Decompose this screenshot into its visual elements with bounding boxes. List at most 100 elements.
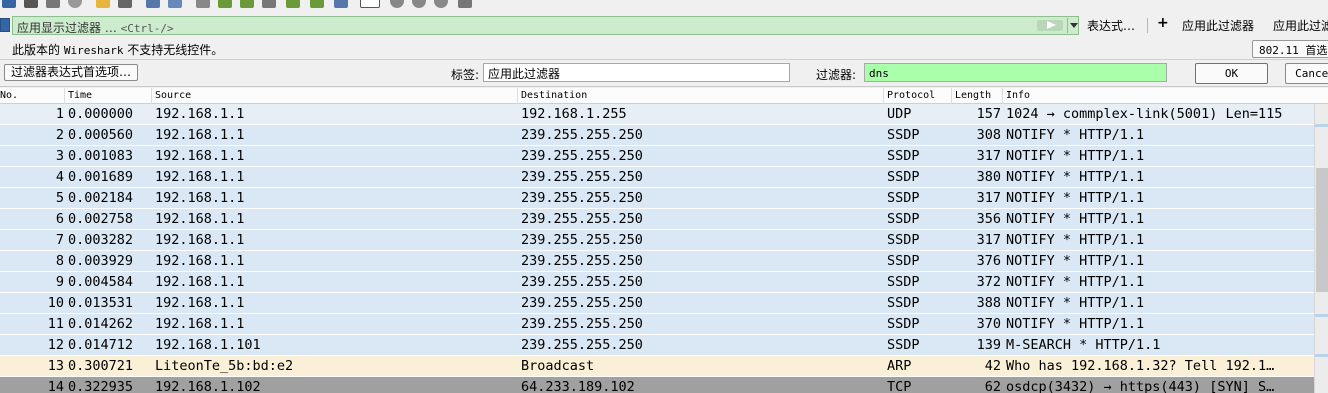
packet-protocol: SSDP (887, 169, 920, 185)
packet-time: 0.002184 (68, 190, 134, 206)
packet-no: 14 (47, 379, 64, 393)
label-input[interactable]: 应用此过滤器 (483, 63, 790, 82)
table-row[interactable]: 5 0.002184 192.168.1.1 239.255.255.250 SSDP 3… (0, 188, 1314, 209)
packet-length: 380 (976, 169, 1001, 185)
packet-protocol: SSDP (887, 253, 920, 269)
scrollbar-marker (1315, 124, 1328, 127)
zoom-out-icon[interactable] (412, 0, 426, 8)
column-header-source[interactable]: Source (152, 88, 518, 104)
restart-icon[interactable] (46, 0, 60, 8)
packet-list-scrollbar[interactable] (1314, 104, 1328, 393)
bookmark-icon[interactable] (0, 18, 10, 32)
first-packet-icon[interactable] (286, 0, 300, 8)
table-row[interactable]: 6 0.002758 192.168.1.1 239.255.255.250 SSDP 3… (0, 209, 1314, 230)
packet-protocol: ARP (887, 358, 912, 374)
table-row[interactable]: 2 0.000560 192.168.1.1 239.255.255.250 SSDP 3… (0, 125, 1314, 146)
reload-icon[interactable] (168, 0, 182, 8)
packet-info: NOTIFY * HTTP/1.1 (1006, 316, 1145, 332)
zoom-in-icon[interactable] (390, 0, 404, 8)
stop-capture-icon[interactable] (2, 0, 16, 8)
filter-input[interactable]: dns (864, 63, 1167, 82)
packet-source: 192.168.1.1 (155, 295, 245, 311)
packet-destination: 239.255.255.250 (521, 316, 643, 332)
colorize-icon[interactable] (360, 0, 380, 8)
table-row[interactable]: 9 0.004584 192.168.1.1 239.255.255.250 SSDP 3… (0, 272, 1314, 293)
packet-destination: 64.233.189.102 (521, 379, 635, 393)
table-row[interactable]: 11 0.014262 192.168.1.1 239.255.255.250 SSDP… (0, 314, 1314, 335)
packet-source: 192.168.1.1 (155, 253, 245, 269)
filter-history-dropdown-icon[interactable] (1067, 18, 1079, 33)
packet-info: NOTIFY * HTTP/1.1 (1006, 253, 1145, 269)
table-row[interactable]: 7 0.003282 192.168.1.1 239.255.255.250 SSDP 3… (0, 230, 1314, 251)
find-packet-icon[interactable] (196, 0, 210, 8)
packet-info: M-SEARCH * HTTP/1.1 (1006, 337, 1161, 353)
packet-source: 192.168.1.1 (155, 274, 245, 290)
packet-time: 0.000560 (68, 127, 134, 143)
resize-columns-icon[interactable] (458, 0, 472, 8)
packet-time: 0.003929 (68, 253, 134, 269)
interface-prefs-button[interactable]: 802.11 首选 (1252, 40, 1328, 58)
display-filter-input[interactable]: 应用显示过滤器 … <Ctrl-/> (12, 16, 1079, 35)
packet-no: 5 (55, 190, 64, 206)
label-label: 标签: (451, 68, 480, 82)
column-header-info[interactable]: Info (1003, 88, 1328, 104)
table-row[interactable]: 1 0.000000 192.168.1.1 192.168.1.255 UDP 157 1… (0, 104, 1314, 125)
packet-no: 1 (55, 106, 64, 122)
expression-button[interactable]: 表达式… (1087, 17, 1135, 34)
table-row[interactable]: 3 0.001083 192.168.1.1 239.255.255.250 SSDP 3… (0, 146, 1314, 167)
packet-info: NOTIFY * HTTP/1.1 (1006, 232, 1145, 248)
apply-filter-arrow-icon[interactable] (1037, 20, 1063, 31)
normal-size-icon[interactable] (434, 0, 448, 8)
packet-no: 8 (55, 253, 64, 269)
packet-length: 62 (984, 379, 1001, 393)
cancel-button[interactable]: Cancel (1285, 63, 1328, 84)
packet-no: 13 (47, 358, 64, 374)
packet-info: NOTIFY * HTTP/1.1 (1006, 211, 1145, 227)
packet-info: NOTIFY * HTTP/1.1 (1006, 148, 1145, 164)
packet-info: osdcp(3432) → https(443) [SYN] S… (1006, 379, 1275, 393)
ok-button[interactable]: OK (1195, 63, 1268, 84)
options-icon[interactable] (68, 0, 82, 8)
column-header-no[interactable]: No. (0, 88, 65, 104)
filter-button-apply-2[interactable]: 应用此过滤 (1273, 17, 1328, 34)
packet-destination: 239.255.255.250 (521, 274, 643, 290)
table-row[interactable]: 13 0.300721 LiteonTe_5b:bd:e2 Broadcast ARP 4… (0, 356, 1314, 377)
packet-destination: 192.168.1.255 (521, 106, 627, 122)
packet-time: 0.300721 (68, 358, 134, 374)
column-header-time[interactable]: Time (65, 88, 152, 104)
packet-length: 372 (976, 274, 1001, 290)
column-header-protocol[interactable]: Protocol (884, 88, 952, 104)
table-row[interactable]: 4 0.001689 192.168.1.1 239.255.255.250 SSDP 3… (0, 167, 1314, 188)
add-filter-button[interactable]: + (1157, 15, 1169, 31)
packet-source: 192.168.1.1 (155, 211, 245, 227)
scrollbar-thumb[interactable] (1316, 168, 1328, 292)
column-header-length[interactable]: Length (952, 88, 1003, 104)
table-row[interactable]: 12 0.014712 192.168.1.101 239.255.255.250 SS… (0, 335, 1314, 356)
packet-length: 139 (976, 337, 1001, 353)
close-file-icon[interactable] (146, 0, 160, 8)
packet-time: 0.013531 (68, 295, 134, 311)
open-file-icon[interactable] (96, 0, 110, 8)
packet-info: 1024 → commplex-link(5001) Len=115 (1006, 106, 1283, 122)
filter-button-apply-1[interactable]: 应用此过滤器 (1182, 17, 1254, 34)
packet-protocol: TCP (887, 379, 912, 393)
packet-info: Who has 192.168.1.32? Tell 192.1… (1006, 358, 1275, 374)
scrollbar-marker (1315, 314, 1328, 317)
packet-protocol: SSDP (887, 190, 920, 206)
go-to-packet-icon[interactable] (262, 0, 276, 8)
last-packet-icon[interactable] (310, 0, 324, 8)
save-file-icon[interactable] (118, 0, 132, 8)
packet-protocol: SSDP (887, 127, 920, 143)
go-forward-icon[interactable] (240, 0, 254, 8)
filter-expression-prefs-button[interactable]: 过滤器表达式首选项… (4, 64, 139, 81)
table-row[interactable]: 10 0.013531 192.168.1.1 239.255.255.250 SSDP… (0, 293, 1314, 314)
packet-source: LiteonTe_5b:bd:e2 (155, 358, 294, 374)
table-row[interactable]: 8 0.003929 192.168.1.1 239.255.255.250 SSDP 3… (0, 251, 1314, 272)
go-back-icon[interactable] (218, 0, 232, 8)
packet-length: 388 (976, 295, 1001, 311)
autoscroll-icon[interactable] (334, 0, 348, 8)
packet-info: NOTIFY * HTTP/1.1 (1006, 274, 1145, 290)
stop-icon[interactable] (24, 0, 38, 8)
column-header-destination[interactable]: Destination (518, 88, 884, 104)
table-row[interactable]: 14 0.322935 192.168.1.102 64.233.189.102 TCP… (0, 377, 1314, 393)
